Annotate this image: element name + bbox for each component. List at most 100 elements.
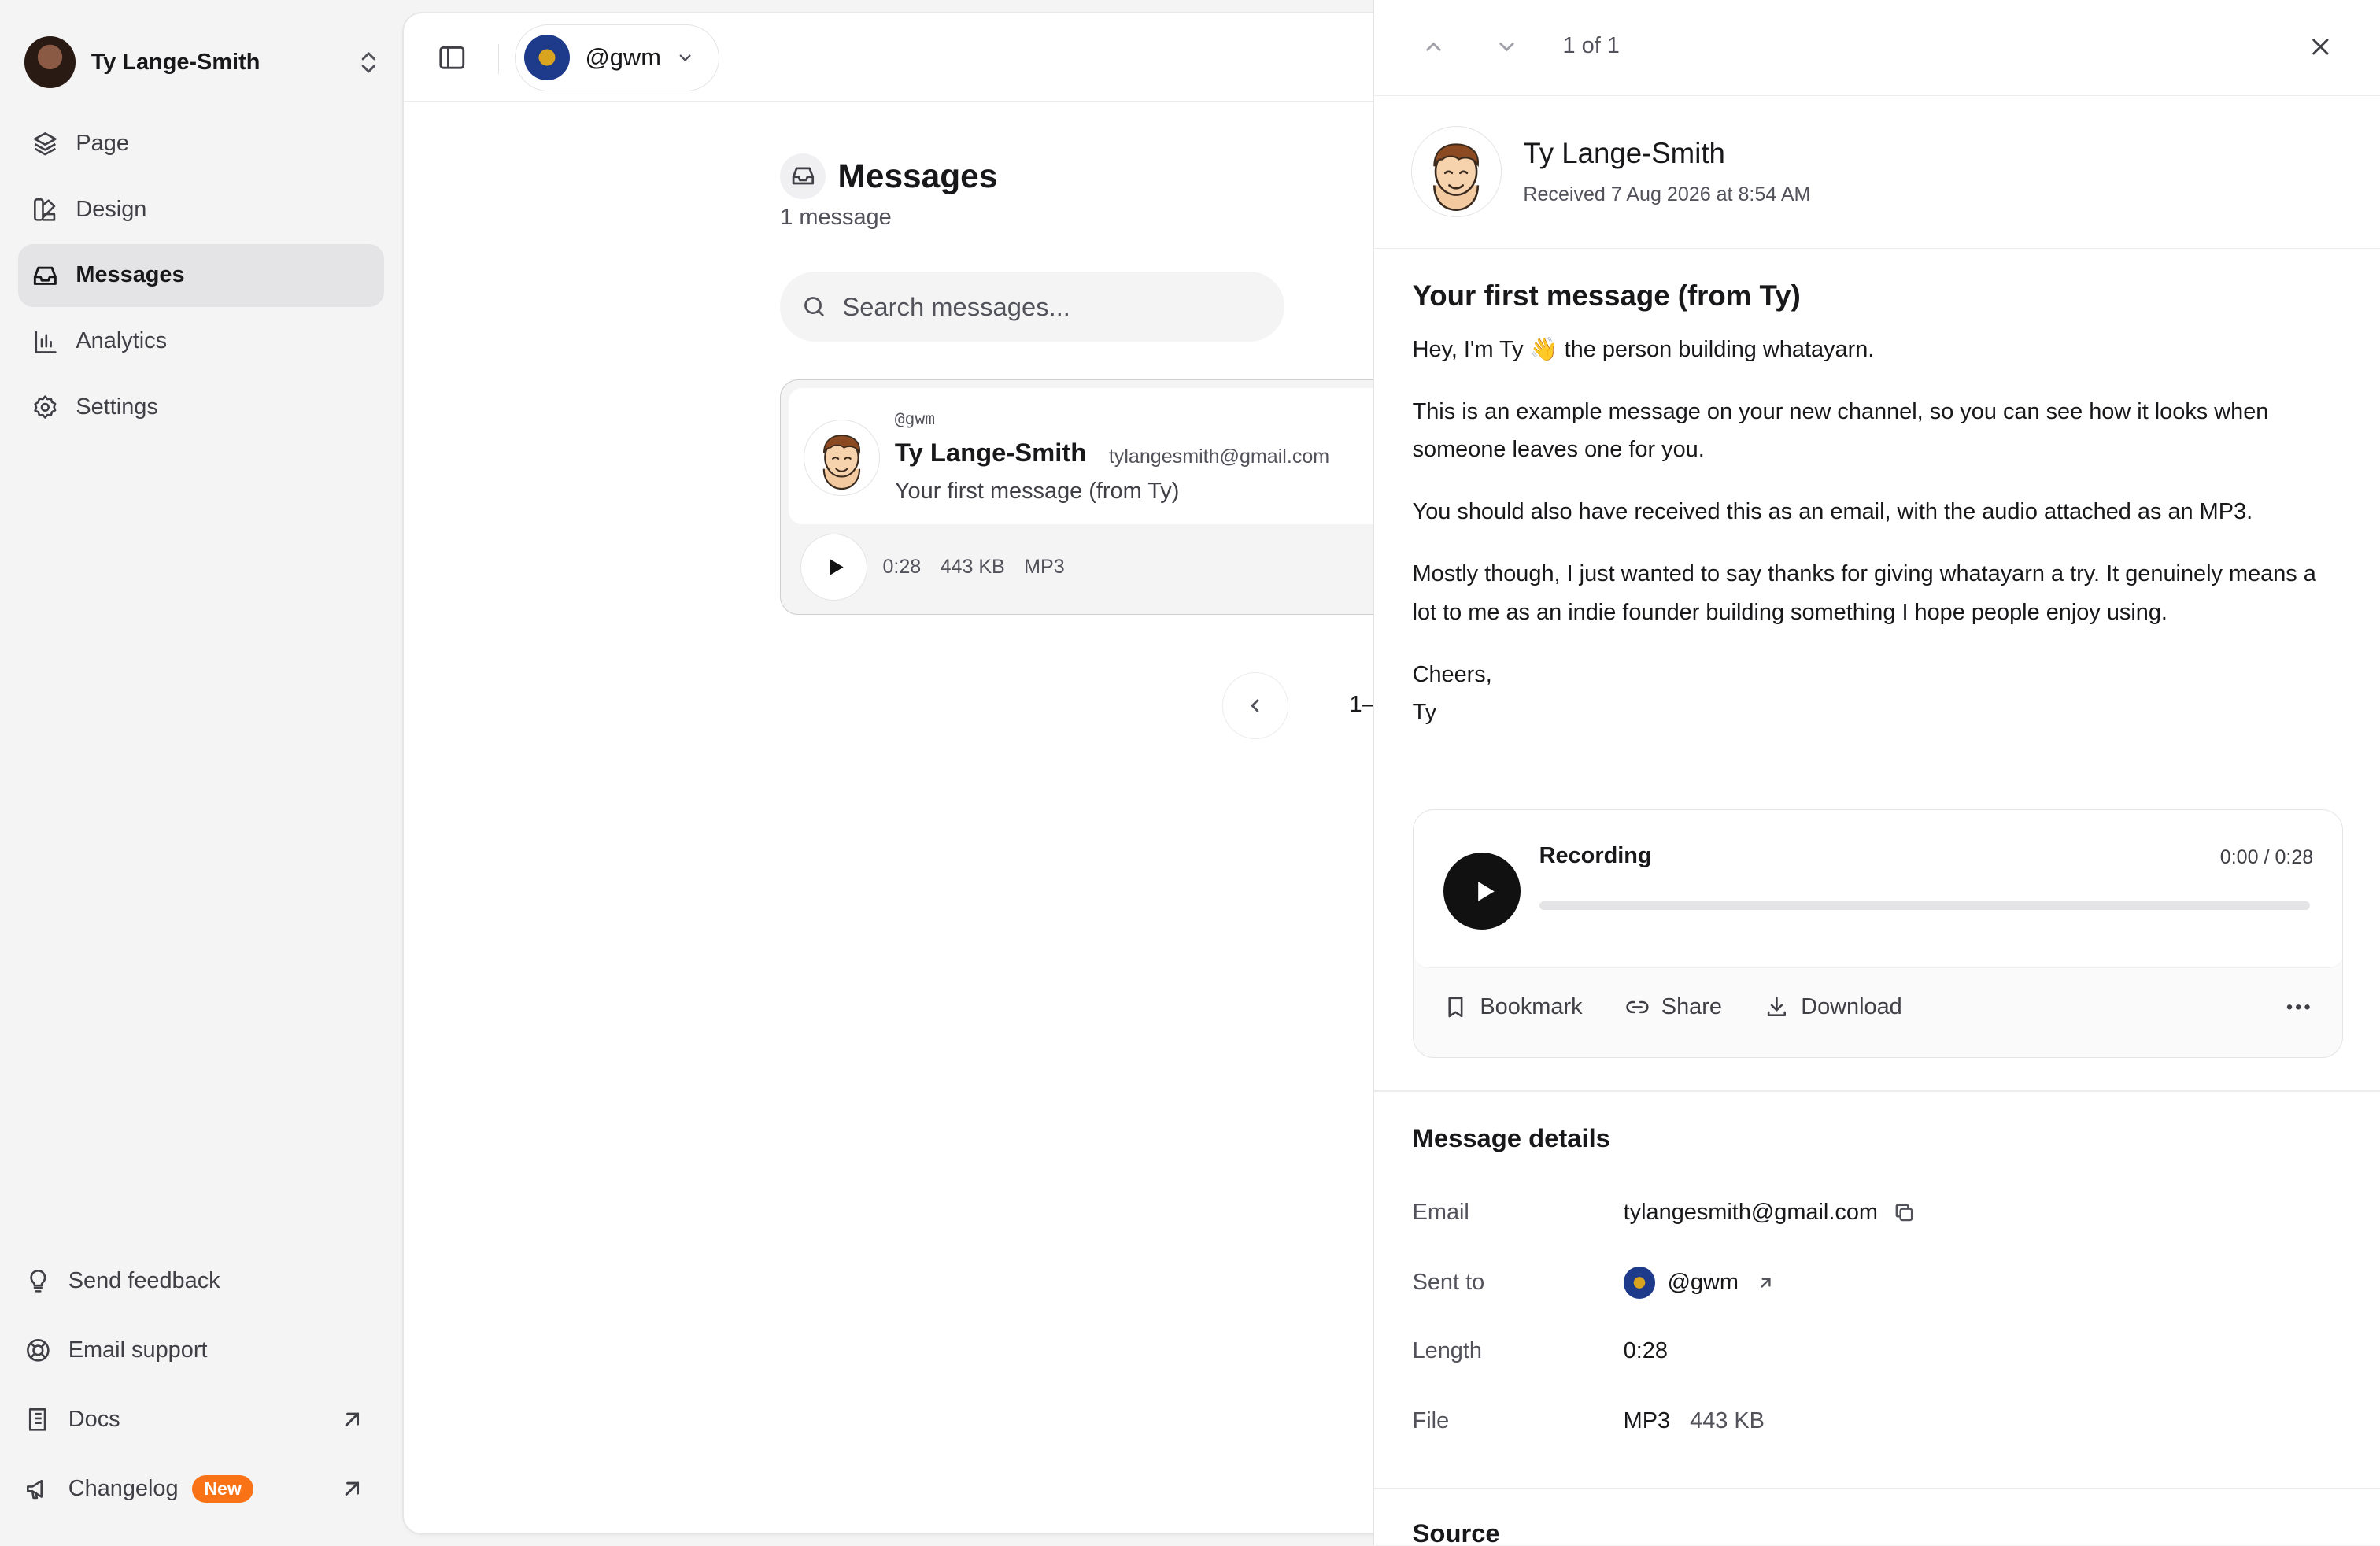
sender-avatar xyxy=(1410,126,1502,217)
message-paragraph: Hey, I'm Ty 👋 the person building whatay… xyxy=(1412,337,1875,362)
audio-duration: 0:28 xyxy=(882,555,922,578)
audio-size: 443 KB xyxy=(940,555,1005,578)
chevrons-up-down-icon xyxy=(361,52,376,73)
previous-page-button[interactable] xyxy=(1221,672,1289,740)
channel-avatar xyxy=(1623,1267,1656,1299)
panel-header: 1 of 1 xyxy=(1374,0,2380,96)
file-format: MP3 xyxy=(1623,1407,1671,1433)
bookmark-label: Bookmark xyxy=(1480,994,1583,1020)
bottom-nav-label: Docs xyxy=(68,1406,120,1432)
bottom-nav-label: Changelog xyxy=(68,1475,179,1501)
bottom-nav-label: Send feedback xyxy=(68,1267,220,1293)
sender-avatar xyxy=(804,420,880,496)
details-title: Message details xyxy=(1412,1123,1610,1153)
external-link-icon xyxy=(345,1481,360,1496)
chevron-down-icon[interactable] xyxy=(1495,35,1519,59)
sidebar-toggle-icon[interactable] xyxy=(437,43,468,73)
inbox-icon xyxy=(34,266,57,285)
pagination-label: 1– xyxy=(1349,692,1375,718)
download-label: Download xyxy=(1801,994,1902,1020)
bottom-nav: Send feedback Email support Docs Changel… xyxy=(24,1246,382,1523)
nav-item-page[interactable]: Page xyxy=(18,113,384,175)
email-support-link[interactable]: Email support xyxy=(24,1315,382,1385)
message-summary: @gwm Ty Lange-Smith tylangesmith@gmail.c… xyxy=(788,387,1467,525)
send-feedback-link[interactable]: Send feedback xyxy=(24,1246,382,1315)
message-paragraph: Mostly though, I just wanted to say than… xyxy=(1412,561,2316,625)
cartoon-face-icon xyxy=(1433,143,1480,211)
detail-value: tylangesmith@gmail.com xyxy=(1624,1200,1916,1226)
book-icon xyxy=(28,1407,46,1431)
bookmark-icon xyxy=(1448,997,1463,1018)
external-link-icon xyxy=(345,1412,360,1426)
sent-to-handle: @gwm xyxy=(1667,1270,1739,1296)
copy-icon[interactable] xyxy=(1893,1201,1916,1224)
signoff-line: Cheers, xyxy=(1412,661,1492,687)
nav-item-messages[interactable]: Messages xyxy=(18,244,384,307)
page-title: Messages xyxy=(837,157,998,194)
bookmark-button[interactable]: Bookmark xyxy=(1443,994,1583,1020)
layers-icon xyxy=(34,131,57,156)
progress-track[interactable] xyxy=(1539,901,2311,911)
signoff-name: Ty xyxy=(1412,699,1437,725)
sender-header: Ty Lange-Smith Received 7 Aug 2026 at 8:… xyxy=(1374,96,2380,250)
link-icon xyxy=(1625,1000,1649,1014)
channel-handle: @gwm xyxy=(585,43,661,72)
changelog-link[interactable]: Changelog New xyxy=(24,1454,382,1523)
sender-name: Ty Lange-Smith xyxy=(1523,136,1725,169)
play-icon xyxy=(830,559,844,575)
sender-email: tylangesmith@gmail.com xyxy=(1623,1200,1878,1226)
length-value: 0:28 xyxy=(1623,1337,1668,1363)
detail-key: Length xyxy=(1412,1337,1482,1363)
detail-row-email: Email tylangesmith@gmail.com xyxy=(1413,1195,2354,1231)
nav-item-label: Page xyxy=(76,130,129,156)
chevron-up-icon[interactable] xyxy=(1421,35,1446,59)
channel-switcher[interactable]: @gwm xyxy=(514,24,720,91)
player-controls: Recording 0:00 / 0:28 xyxy=(1413,809,2342,968)
account-switcher[interactable]: Ty Lange-Smith xyxy=(24,36,382,88)
palette-icon xyxy=(34,198,56,221)
download-button[interactable]: Download xyxy=(1765,994,1902,1020)
nav-item-design[interactable]: Design xyxy=(18,179,384,241)
play-button[interactable] xyxy=(1443,852,1521,930)
received-timestamp: Received 7 Aug 2026 at 8:54 AM xyxy=(1523,183,1811,206)
file-size: 443 KB xyxy=(1690,1407,1765,1433)
player-actions: Bookmark Share Download xyxy=(1443,989,2313,1026)
share-button[interactable]: Share xyxy=(1625,994,1722,1020)
detail-key: Email xyxy=(1412,1200,1469,1226)
detail-key: Sent to xyxy=(1412,1270,1485,1296)
detail-row-sent-to: Sent to @gwm xyxy=(1413,1265,2354,1301)
audio-meta: 0:28 443 KB MP3 xyxy=(882,556,1078,579)
audio-format: MP3 xyxy=(1024,555,1065,578)
external-link-icon xyxy=(1761,1278,1771,1288)
docs-link[interactable]: Docs xyxy=(24,1385,382,1454)
source-title: Source xyxy=(1412,1518,1500,1546)
message-list-item[interactable]: @gwm Ty Lange-Smith tylangesmith@gmail.c… xyxy=(780,379,1467,616)
play-button[interactable] xyxy=(800,533,868,601)
sent-to-link[interactable]: @gwm xyxy=(1623,1267,1776,1299)
playback-time: 0:00 / 0:28 xyxy=(2219,846,2314,869)
message-paragraph: You should also have received this as an… xyxy=(1412,499,2253,525)
main-content: @gwm Messages 1 message Search messages.… xyxy=(404,13,1467,1533)
main-nav: Page Design Messages Analytics Settings xyxy=(18,113,384,442)
message-count: 1 message xyxy=(780,205,892,231)
more-options-icon[interactable] xyxy=(2283,992,2314,1023)
cartoon-face-icon xyxy=(822,435,861,490)
bar-chart-icon xyxy=(35,330,57,353)
message-subject: Your first message (from Ty) xyxy=(894,479,1180,505)
search-input[interactable] xyxy=(842,291,1253,322)
close-icon[interactable] xyxy=(2307,33,2334,61)
divider xyxy=(1374,1488,2380,1489)
nav-item-settings[interactable]: Settings xyxy=(18,376,384,438)
message-signoff: Cheers, Ty xyxy=(1413,656,2346,731)
message-subject-title: Your first message (from Ty) xyxy=(1412,279,1801,312)
detail-value: MP3 443 KB xyxy=(1624,1408,1765,1434)
detail-row-length: Length 0:28 xyxy=(1413,1333,2354,1369)
play-icon xyxy=(1478,881,1495,901)
inbox-icon xyxy=(792,167,814,185)
nav-item-label: Design xyxy=(76,196,147,222)
current-time: 0:00 xyxy=(2219,846,2259,869)
nav-item-analytics[interactable]: Analytics xyxy=(18,310,384,372)
detail-key: File xyxy=(1412,1407,1450,1433)
message-sender-name: Ty Lange-Smith xyxy=(894,438,1087,468)
user-name: Ty Lange-Smith xyxy=(91,49,261,75)
